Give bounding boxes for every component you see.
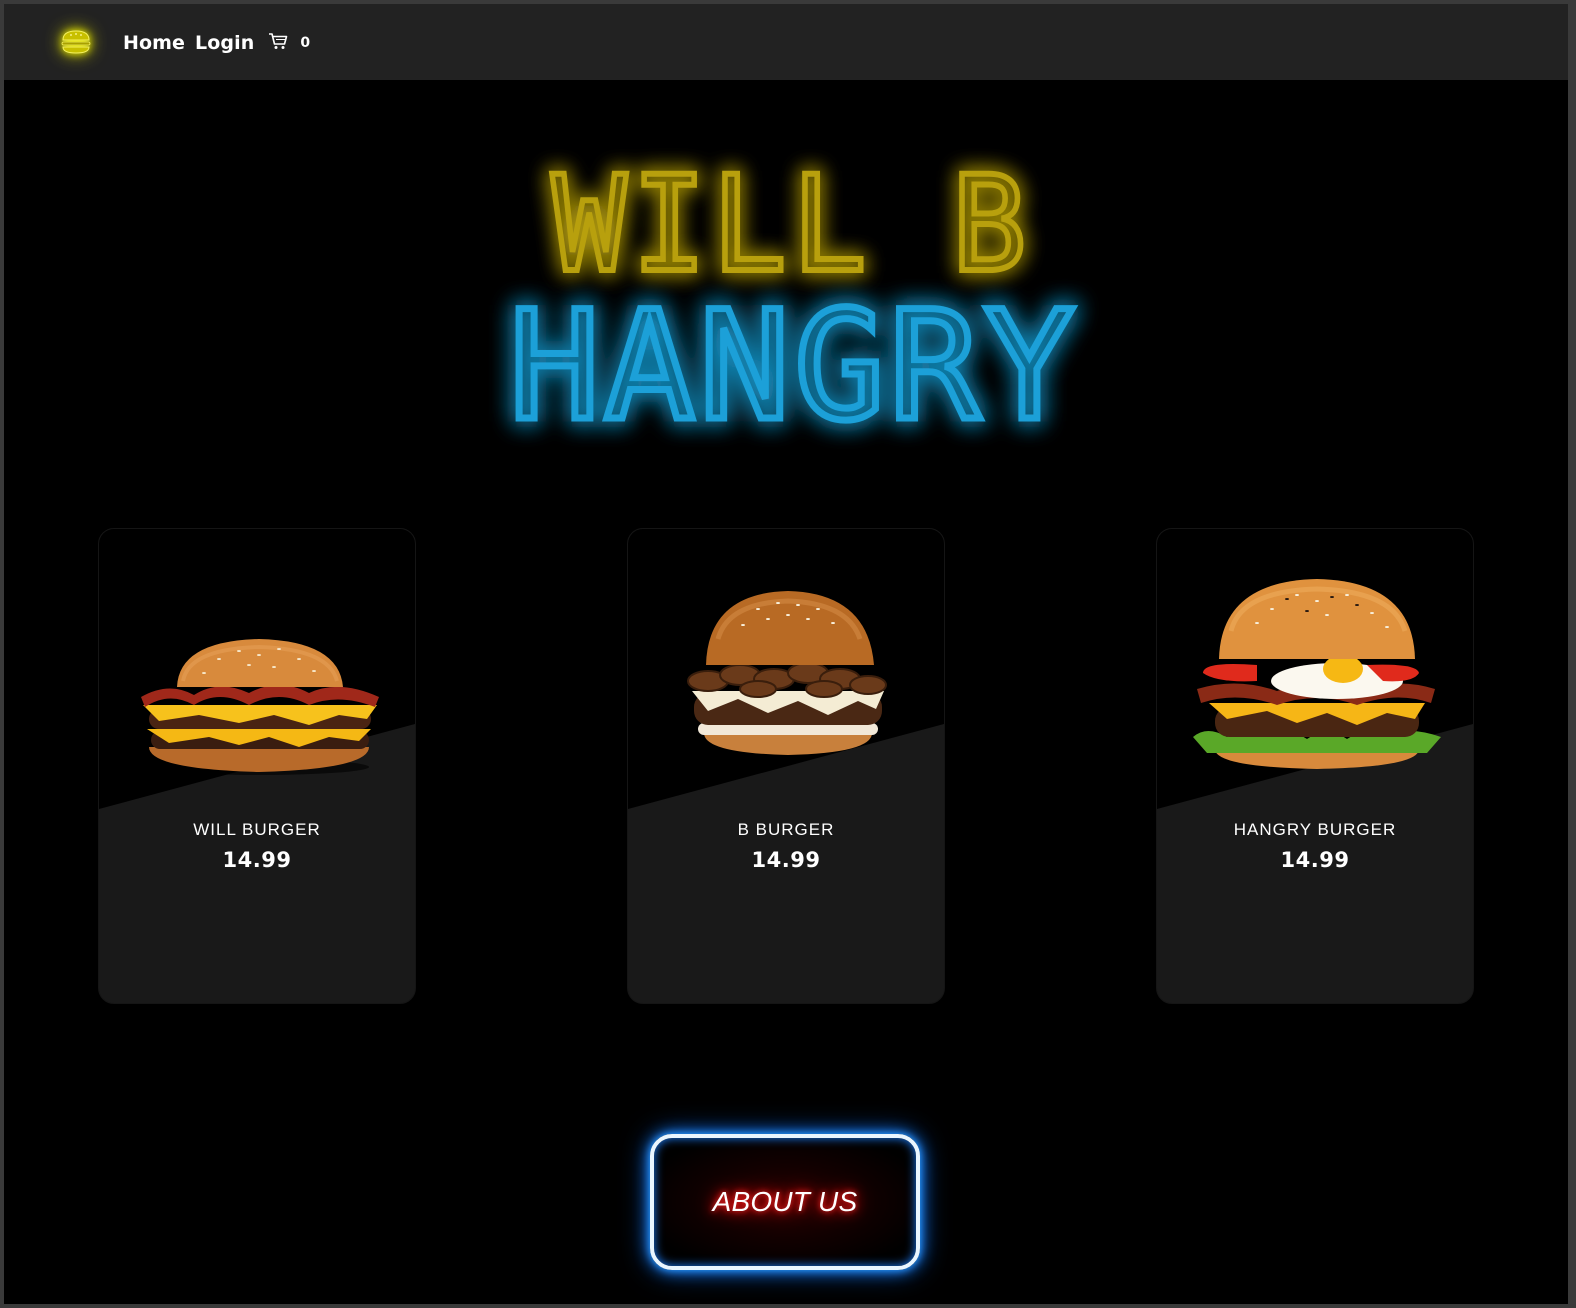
cart-count: 0	[300, 35, 311, 51]
cart-button[interactable]: 0	[268, 32, 310, 54]
about-us-label: ABOUT US	[712, 1186, 858, 1217]
burger-icon[interactable]	[56, 26, 96, 58]
hero-line-2: HANGRY	[509, 280, 1079, 454]
nav-links: Home Login 0	[123, 32, 310, 54]
menu-item-name: WILL BURGER	[193, 820, 321, 839]
menu-item-price: 14.99	[751, 848, 821, 872]
burger-mushroom-swiss-image	[628, 569, 944, 809]
menu-card-will-burger[interactable]: WILL BURGER 14.99	[98, 528, 416, 1004]
menu-item-price: 14.99	[222, 848, 292, 872]
menu-item-price: 14.99	[1280, 848, 1350, 872]
cart-icon[interactable]	[268, 32, 288, 54]
burger-egg-bacon-image	[1157, 569, 1473, 809]
menu-card-b-burger[interactable]: B BURGER 14.99	[627, 528, 945, 1004]
hero-neon-title: WILL B HANGRY	[0, 100, 1576, 500]
menu-item-name: B BURGER	[737, 820, 835, 839]
hero-line-1: WILL B	[552, 148, 1032, 302]
nav-home-link[interactable]: Home	[123, 32, 185, 54]
menu-card-hangry-burger[interactable]: HANGRY BURGER 14.99	[1156, 528, 1474, 1004]
nav-login-link[interactable]: Login	[195, 32, 254, 54]
burger-bacon-cheese-image	[99, 569, 415, 809]
menu-item-name: HANGRY BURGER	[1233, 820, 1397, 839]
about-us-button[interactable]: ABOUT US	[650, 1134, 920, 1270]
navbar: Home Login 0	[4, 4, 1568, 80]
